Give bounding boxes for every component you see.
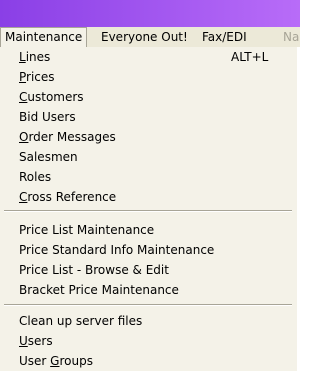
menu-item-users[interactable]: Users: [0, 331, 296, 351]
menu-item-cross-reference[interactable]: Cross Reference: [0, 187, 296, 207]
menu-item-lines[interactable]: Lines ALT+L: [0, 47, 296, 67]
menu-na[interactable]: Na: [279, 27, 300, 47]
menu-item-label: Salesmen: [19, 150, 78, 164]
menu-item-price-list-maintenance[interactable]: Price List Maintenance: [0, 220, 296, 240]
menu-item-label: Clean up server files: [19, 314, 143, 328]
maintenance-dropdown-menu: Lines ALT+L Prices Customers Bid Users O…: [0, 47, 298, 371]
menu-item-shortcut: ALT+L: [231, 50, 269, 64]
menu-item-label: Customers: [19, 90, 84, 104]
menu-item-label: Prices: [19, 70, 55, 84]
menu-item-user-groups[interactable]: User Groups: [0, 351, 296, 371]
menu-item-label: Order Messages: [19, 130, 116, 144]
menu-item-bid-users[interactable]: Bid Users: [0, 107, 296, 127]
menu-item-salesmen[interactable]: Salesmen: [0, 147, 296, 167]
menu-bar: Maintenance Everyone Out! Fax/EDI Na: [0, 27, 300, 48]
menu-item-label: Price List - Browse & Edit: [19, 263, 169, 277]
menu-item-label: Price List Maintenance: [19, 223, 155, 237]
menu-item-order-messages[interactable]: Order Messages: [0, 127, 296, 147]
menu-item-customers[interactable]: Customers: [0, 87, 296, 107]
menu-maintenance[interactable]: Maintenance: [0, 27, 88, 47]
menu-item-label: Lines: [19, 50, 51, 64]
menu-everyone-out[interactable]: Everyone Out!: [97, 27, 192, 47]
menu-item-price-list-browse-edit[interactable]: Price List - Browse & Edit: [0, 260, 296, 280]
window-edge: [297, 47, 300, 371]
menu-separator: [4, 304, 292, 306]
menu-item-prices[interactable]: Prices: [0, 67, 296, 87]
menu-item-roles[interactable]: Roles: [0, 167, 296, 187]
menu-item-label: Bracket Price Maintenance: [19, 283, 179, 297]
title-bar: [0, 0, 300, 27]
menu-item-label: User Groups: [19, 354, 93, 368]
menu-item-bracket-price-maintenance[interactable]: Bracket Price Maintenance: [0, 280, 296, 300]
menu-item-clean-up-server-files[interactable]: Clean up server files: [0, 311, 296, 331]
menu-item-price-standard-info-maintenance[interactable]: Price Standard Info Maintenance: [0, 240, 296, 260]
menu-item-label: Bid Users: [19, 110, 76, 124]
menu-separator: [4, 210, 292, 212]
menu-fax-edi[interactable]: Fax/EDI: [198, 27, 251, 47]
menu-item-label: Price Standard Info Maintenance: [19, 243, 215, 257]
menu-item-label: Cross Reference: [19, 190, 117, 204]
menu-item-label: Users: [19, 334, 53, 348]
menu-item-label: Roles: [19, 170, 52, 184]
